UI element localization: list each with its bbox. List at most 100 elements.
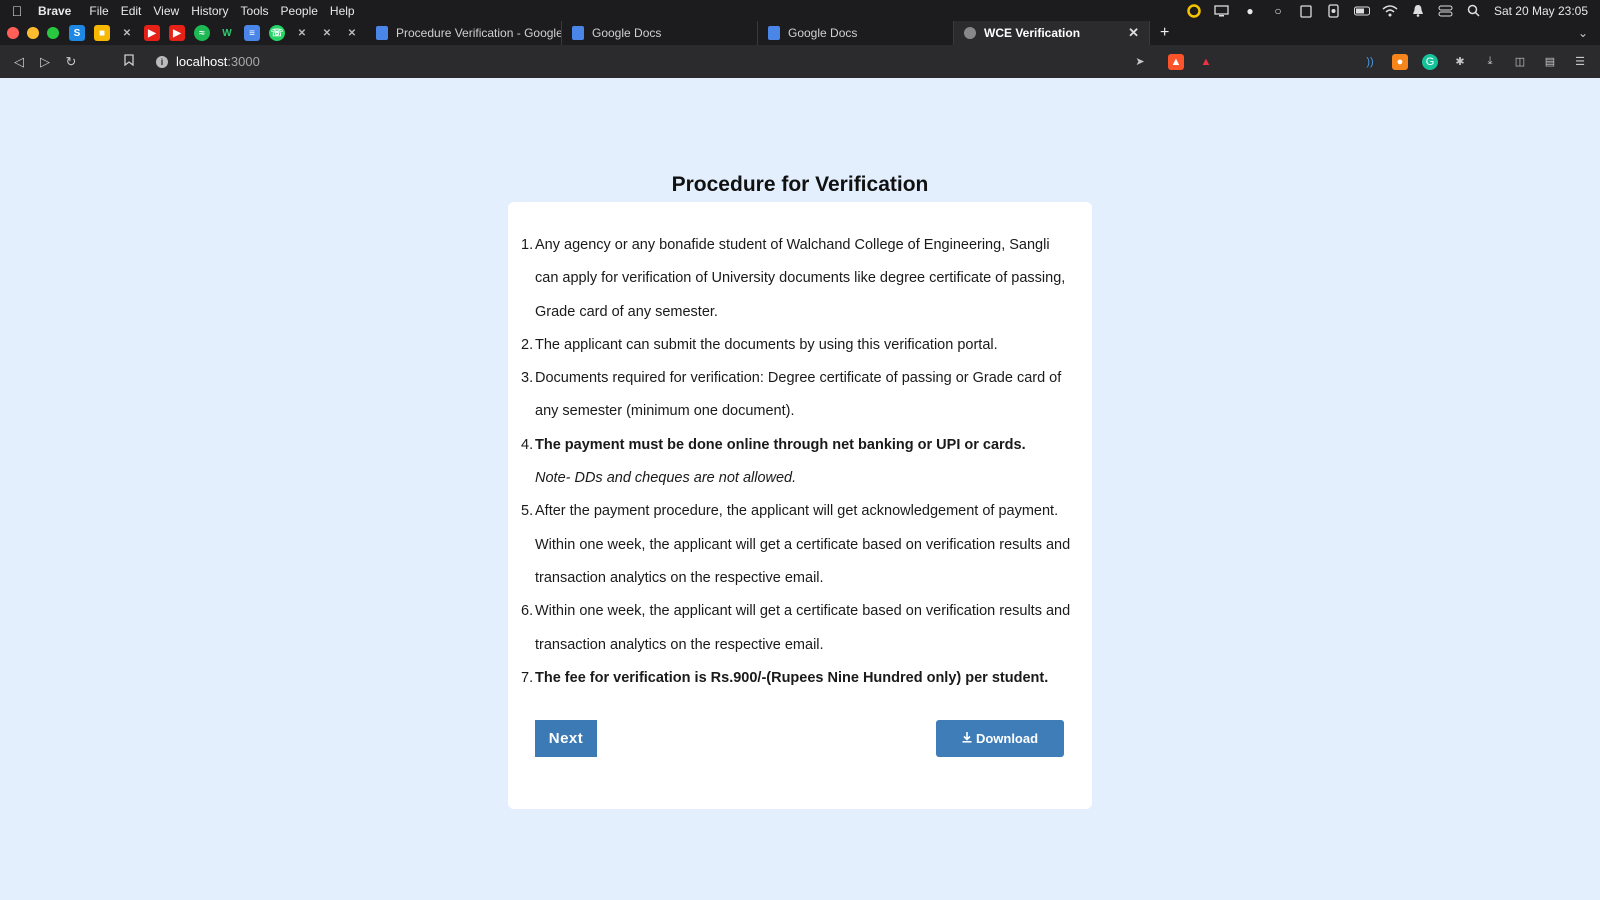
- download-label: Download: [975, 731, 1039, 746]
- tab-label: Google Docs: [788, 26, 858, 40]
- drop-icon[interactable]: ●: [1242, 4, 1258, 18]
- reload-button[interactable]: ↻: [58, 54, 84, 70]
- list-item: 6. Within one week, the applicant will g…: [521, 595, 1075, 662]
- pinned-tab-x-icon[interactable]: ✕: [119, 25, 135, 41]
- share-icon[interactable]: ➤: [1132, 54, 1148, 70]
- step-text: Documents required for verification: Deg…: [535, 370, 1062, 420]
- pinned-tab-keep-icon[interactable]: ■: [94, 25, 110, 41]
- list-item: 3. Documents required for verification: …: [521, 362, 1075, 429]
- menu-app-name[interactable]: Brave: [32, 4, 77, 18]
- sidebar-icon[interactable]: ◫: [1512, 54, 1528, 70]
- step-text: Within one week, the applicant will get …: [535, 603, 1071, 653]
- extension-icon[interactable]: )): [1362, 54, 1378, 70]
- url-host: localhost: [176, 54, 228, 69]
- circle-app-icon[interactable]: [1186, 3, 1202, 18]
- bell-icon[interactable]: [1410, 4, 1426, 18]
- metamask-icon[interactable]: ●: [1392, 53, 1408, 70]
- pinned-tab-x-icon[interactable]: ✕: [294, 25, 310, 41]
- download-icon: [962, 731, 972, 746]
- toolbar-actions: ➤ ▲ ▲ )) ● G ✱ ⤓ ◫ ▤ ☰: [1132, 53, 1600, 70]
- status-tray: ● ○ Sat 20 May 23:05: [1186, 4, 1600, 18]
- tab-label: WCE Verification: [984, 26, 1081, 40]
- site-info-icon[interactable]: i: [156, 55, 168, 68]
- display-icon[interactable]: [1214, 4, 1230, 18]
- step-text: The applicant can submit the documents b…: [535, 336, 998, 353]
- apple-icon[interactable]: : [2, 3, 32, 19]
- close-tab-icon[interactable]: ✕: [1128, 25, 1139, 41]
- menubar-clock[interactable]: Sat 20 May 23:05: [1494, 4, 1588, 18]
- next-button[interactable]: Next: [535, 720, 597, 757]
- pinned-tabs: S ■ ✕ ▶ ▶ ≈ W ≡ ☏ ✕ ✕ ✕: [69, 25, 360, 41]
- minimize-window-button[interactable]: [27, 27, 39, 39]
- circle-outline-icon[interactable]: ○: [1270, 4, 1286, 18]
- device-icon[interactable]: [1326, 3, 1342, 18]
- menu-icon[interactable]: ☰: [1572, 54, 1588, 70]
- forward-button[interactable]: ▷: [32, 54, 58, 70]
- battery-icon[interactable]: [1353, 4, 1370, 18]
- step-number: 1.: [521, 237, 534, 253]
- tab-procedure-verification[interactable]: Procedure Verification - Google Docs: [366, 21, 562, 45]
- tab-search-chevron-icon[interactable]: ⌄: [1578, 26, 1588, 40]
- step-text: The payment must be done online through …: [535, 436, 1026, 453]
- list-item: 7. The fee for verification is Rs.900/-(…: [521, 662, 1075, 695]
- step-text: The fee for verification is Rs.900/-(Rup…: [535, 669, 1049, 686]
- maximize-window-button[interactable]: [47, 27, 59, 39]
- bookmark-icon[interactable]: [116, 54, 142, 69]
- list-item: 2. The applicant can submit the document…: [521, 329, 1075, 362]
- window-controls: [7, 27, 59, 39]
- procedure-card: 1. Any agency or any bonafide student of…: [508, 202, 1092, 809]
- globe-icon: [964, 27, 976, 39]
- step-number: 3.: [521, 370, 534, 387]
- wallet-icon[interactable]: ▤: [1542, 54, 1558, 70]
- close-window-button[interactable]: [7, 27, 19, 39]
- grammarly-icon[interactable]: G: [1422, 53, 1438, 70]
- tab-google-docs[interactable]: Google Docs: [562, 21, 758, 45]
- pinned-tab-youtube-icon[interactable]: ▶: [144, 25, 160, 41]
- extensions-puzzle-icon[interactable]: ✱: [1452, 54, 1468, 70]
- brave-shields-icon[interactable]: ▲: [1168, 53, 1184, 70]
- menu-help[interactable]: Help: [324, 4, 361, 18]
- wifi-icon[interactable]: [1382, 4, 1398, 18]
- pinned-tab-docs-icon[interactable]: ≡: [244, 25, 260, 41]
- procedure-steps-list: 1. Any agency or any bonafide student of…: [521, 229, 1075, 695]
- page-title: Procedure for Verification: [671, 173, 929, 196]
- pinned-tab-youtube-icon[interactable]: ▶: [169, 25, 185, 41]
- google-docs-icon: [768, 26, 780, 40]
- brave-rewards-icon[interactable]: ▲: [1198, 54, 1214, 70]
- url-port: :3000: [227, 54, 260, 69]
- step-number: 5.: [521, 503, 534, 520]
- tab-google-docs[interactable]: Google Docs: [758, 21, 954, 45]
- pinned-tab-whatsapp-icon[interactable]: ☏: [269, 25, 285, 41]
- google-docs-icon: [376, 26, 388, 40]
- step-number: 7.: [521, 669, 534, 686]
- list-item: 4. The payment must be done online throu…: [521, 429, 1075, 496]
- pinned-tab-x-icon[interactable]: ✕: [319, 25, 335, 41]
- address-bar[interactable]: i localhost :3000: [116, 54, 260, 69]
- step-text: Any agency or any bonafide student of Wa…: [535, 237, 1066, 320]
- pinned-tab-spotify-icon[interactable]: ≈: [194, 25, 210, 41]
- spotlight-search-icon[interactable]: [1466, 4, 1482, 18]
- step-number: 2.: [521, 336, 534, 353]
- menu-file[interactable]: File: [83, 4, 114, 18]
- menu-edit[interactable]: Edit: [115, 4, 148, 18]
- menu-people[interactable]: People: [275, 4, 324, 18]
- download-icon[interactable]: ⤓: [1482, 54, 1498, 70]
- pinned-tab-s-icon[interactable]: S: [69, 25, 85, 41]
- payment-note: Note- DDs and cheques are not allowed.: [535, 470, 797, 487]
- new-tab-button[interactable]: +: [1160, 24, 1169, 42]
- menu-tools[interactable]: Tools: [235, 4, 275, 18]
- menu-history[interactable]: History: [185, 4, 234, 18]
- clipboard-icon[interactable]: [1298, 4, 1314, 18]
- browser-tab-strip: S ■ ✕ ▶ ▶ ≈ W ≡ ☏ ✕ ✕ ✕ Procedure Verifi…: [0, 21, 1600, 45]
- step-number: 6.: [521, 603, 534, 620]
- pinned-tab-x-icon[interactable]: ✕: [344, 25, 360, 41]
- tab-wce-verification[interactable]: WCE Verification ✕: [954, 21, 1150, 45]
- tab-label: Procedure Verification - Google Docs: [396, 26, 562, 40]
- menu-view[interactable]: View: [147, 4, 185, 18]
- pinned-tab-w-icon[interactable]: W: [219, 25, 235, 41]
- back-button[interactable]: ◁: [6, 54, 32, 70]
- tab-label: Google Docs: [592, 26, 662, 40]
- download-button[interactable]: Download: [936, 720, 1064, 757]
- macos-menu-bar:  Brave File Edit View History Tools Peo…: [0, 0, 1600, 21]
- control-center-icon[interactable]: [1438, 4, 1454, 18]
